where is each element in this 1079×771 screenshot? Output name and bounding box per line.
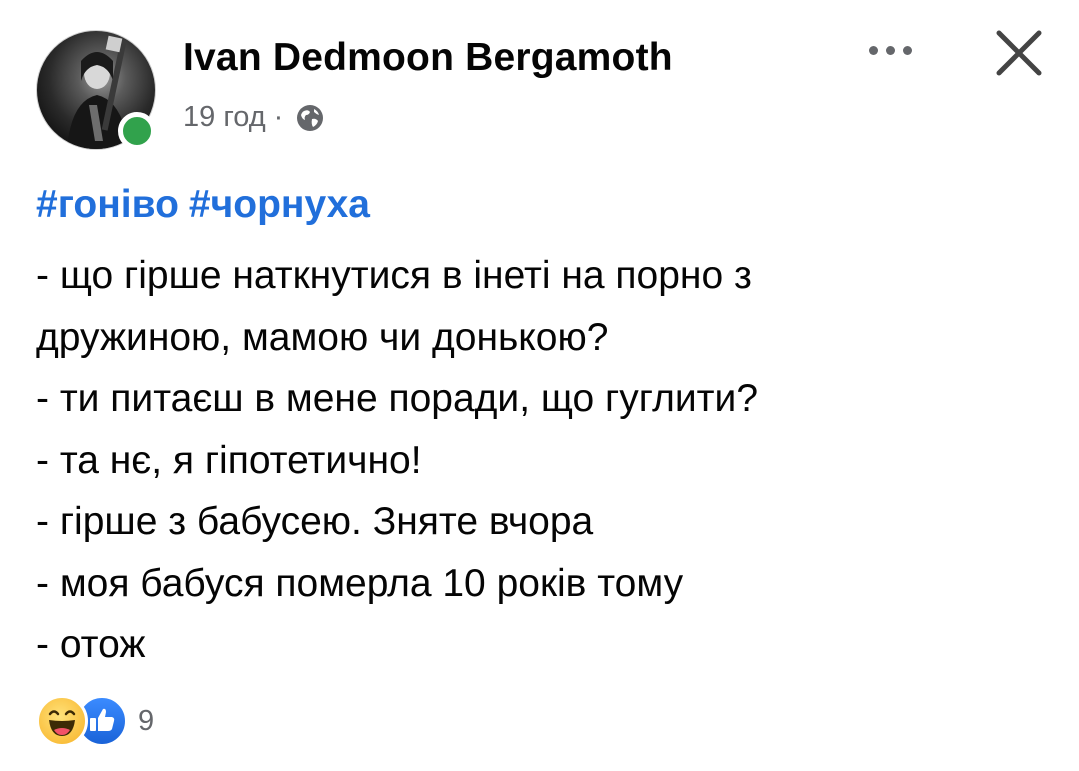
author-name[interactable]: Ivan Dedmoon Bergamoth [183, 36, 673, 80]
post-text-line: дружиною, мамою чи донькою? [36, 315, 609, 359]
reaction-count: 9 [138, 704, 155, 737]
dot-icon [868, 45, 878, 55]
dot-icon [885, 45, 895, 55]
facebook-post: Ivan Dedmoon Bergamoth 19 год · #гоніво #… [0, 0, 1079, 771]
post-text-line: - моя бабуся померла 10 років тому [36, 561, 684, 605]
hashtag-link[interactable]: #гоніво [36, 183, 179, 226]
online-status-dot [118, 112, 156, 150]
post-text-line: - гірше з бабусею. Зняте вчора [36, 500, 594, 543]
close-icon [996, 30, 1042, 76]
haha-icon [36, 695, 88, 747]
close-button[interactable] [992, 26, 1046, 80]
post-time[interactable]: 19 год [183, 101, 266, 134]
author-avatar[interactable] [36, 30, 156, 150]
post-hashtags: #гоніво #чорнуха [36, 183, 380, 227]
dot-icon [902, 45, 912, 55]
post-meta: 19 год · [183, 101, 325, 134]
post-text-line: - та нє, я гіпотетично! [36, 438, 422, 482]
hashtag-link[interactable]: #чорнуха [189, 183, 370, 226]
post-text-line: - ти питаєш в мене поради, що гуглити? [36, 377, 759, 420]
reactions-summary[interactable]: 9 [36, 695, 154, 747]
more-options-button[interactable] [860, 32, 920, 68]
globe-icon[interactable] [295, 103, 325, 133]
post-text-line: - отож [36, 623, 146, 666]
meta-separator: · [273, 101, 284, 133]
post-text-line: - що гірше наткнутися в інеті на порно з [36, 254, 752, 297]
post-text: - що гірше наткнутися в інеті на порно з… [36, 245, 1036, 676]
